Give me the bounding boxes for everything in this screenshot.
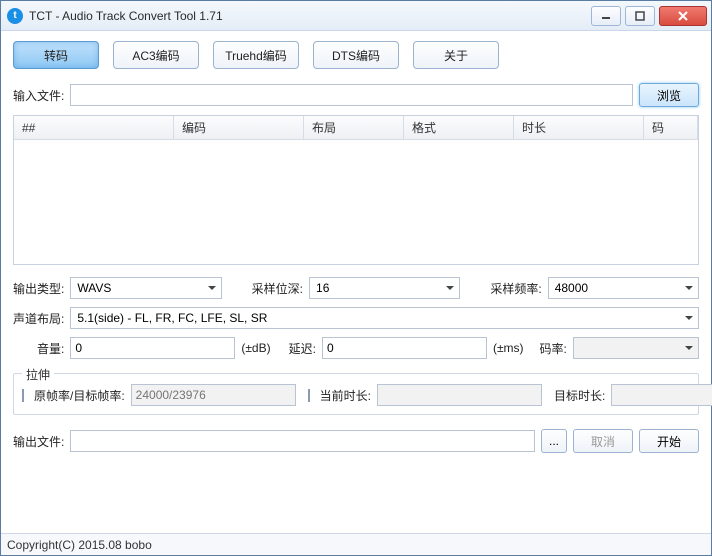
fps-ratio-field[interactable] <box>131 384 296 406</box>
col-bitrate[interactable]: 码 <box>644 116 698 139</box>
output-file-field[interactable] <box>70 430 535 452</box>
statusbar: Copyright(C) 2015.08 bobo <box>1 533 711 555</box>
bitrate-combo[interactable] <box>573 337 699 359</box>
tab-truehd[interactable]: Truehd编码 <box>213 41 299 69</box>
sample-rate-label: 采样频率: <box>490 280 541 297</box>
sample-depth-value: 16 <box>316 281 329 295</box>
current-duration-checkbox[interactable] <box>308 389 310 402</box>
channel-layout-label: 声道布局: <box>13 310 64 327</box>
status-text: Copyright(C) 2015.08 bobo <box>7 538 152 552</box>
current-duration-field[interactable] <box>377 384 542 406</box>
client-area: 转码 AC3编码 Truehd编码 DTS编码 关于 输入文件: 浏览 ## 编… <box>1 31 711 533</box>
output-type-combo[interactable]: WAVS <box>70 277 221 299</box>
app-window: t TCT - Audio Track Convert Tool 1.71 转码… <box>0 0 712 556</box>
current-duration-label: 当前时长: <box>320 387 371 404</box>
app-icon: t <box>7 8 23 24</box>
titlebar[interactable]: t TCT - Audio Track Convert Tool 1.71 <box>1 1 711 31</box>
delay-field[interactable] <box>322 337 487 359</box>
tab-convert[interactable]: 转码 <box>13 41 99 69</box>
window-title: TCT - Audio Track Convert Tool 1.71 <box>29 9 223 23</box>
bitrate-label: 码率: <box>540 340 567 357</box>
tabbar: 转码 AC3编码 Truehd编码 DTS编码 关于 <box>13 41 699 69</box>
sample-depth-label: 采样位深: <box>252 280 303 297</box>
col-layout[interactable]: 布局 <box>304 116 404 139</box>
tab-about[interactable]: 关于 <box>413 41 499 69</box>
output-file-label: 输出文件: <box>13 433 64 450</box>
sample-depth-combo[interactable]: 16 <box>309 277 460 299</box>
start-button[interactable]: 开始 <box>639 429 699 453</box>
volume-label: 音量: <box>37 340 64 357</box>
output-browse-button[interactable]: ... <box>541 429 567 453</box>
fps-ratio-label: 原帧率/目标帧率: <box>34 387 125 404</box>
target-duration-label: 目标时长: <box>554 387 605 404</box>
channel-layout-value: 5.1(side) - FL, FR, FC, LFE, SL, SR <box>77 311 267 325</box>
output-type-value: WAVS <box>77 281 111 295</box>
stretch-legend: 拉伸 <box>22 366 54 383</box>
stretch-group: 拉伸 原帧率/目标帧率: 当前时长: 目标时长: <box>13 373 699 415</box>
channel-layout-combo[interactable]: 5.1(side) - FL, FR, FC, LFE, SL, SR <box>70 307 699 329</box>
col-index[interactable]: ## <box>14 116 174 139</box>
col-format[interactable]: 格式 <box>404 116 514 139</box>
listview-header: ## 编码 布局 格式 时长 码 <box>14 116 698 140</box>
col-codec[interactable]: 编码 <box>174 116 304 139</box>
input-file-label: 输入文件: <box>13 87 64 104</box>
maximize-button[interactable] <box>625 6 655 26</box>
track-listview[interactable]: ## 编码 布局 格式 时长 码 <box>13 115 699 265</box>
delay-label: 延迟: <box>289 340 316 357</box>
tab-ac3[interactable]: AC3编码 <box>113 41 199 69</box>
ms-unit-label: (±ms) <box>493 341 524 355</box>
sample-rate-value: 48000 <box>555 281 588 295</box>
minimize-button[interactable] <box>591 6 621 26</box>
fps-checkbox[interactable] <box>22 389 24 402</box>
browse-button[interactable]: 浏览 <box>639 83 699 107</box>
cancel-button[interactable]: 取消 <box>573 429 633 453</box>
db-unit-label: (±dB) <box>241 341 270 355</box>
output-type-label: 输出类型: <box>13 280 64 297</box>
close-button[interactable] <box>659 6 707 26</box>
col-duration[interactable]: 时长 <box>514 116 644 139</box>
volume-field[interactable] <box>70 337 235 359</box>
sample-rate-combo[interactable]: 48000 <box>548 277 699 299</box>
tab-dts[interactable]: DTS编码 <box>313 41 399 69</box>
input-file-field[interactable] <box>70 84 633 106</box>
target-duration-field[interactable] <box>611 384 712 406</box>
